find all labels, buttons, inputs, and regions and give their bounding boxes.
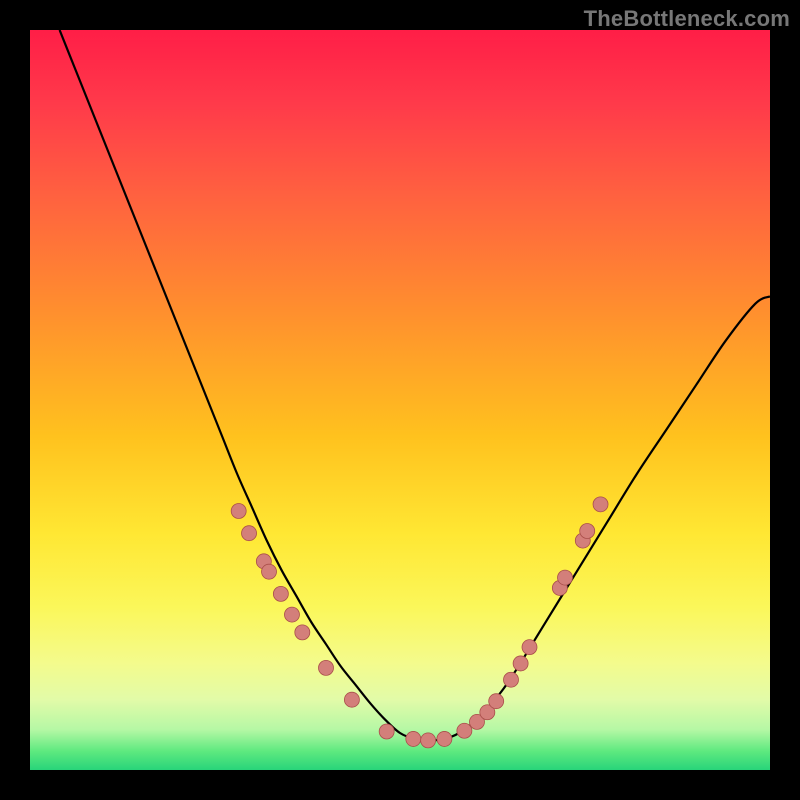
data-dot (558, 570, 573, 585)
data-dot (513, 656, 528, 671)
data-dots (231, 497, 608, 748)
data-dot (231, 504, 246, 519)
data-dot (262, 564, 277, 579)
data-dot (421, 733, 436, 748)
data-dot (457, 723, 472, 738)
data-dot (580, 523, 595, 538)
data-dot (273, 586, 288, 601)
bottleneck-curve (60, 30, 770, 740)
data-dot (437, 731, 452, 746)
data-dot (489, 694, 504, 709)
data-dot (593, 497, 608, 512)
data-dot (295, 625, 310, 640)
data-dot (379, 724, 394, 739)
watermark-text: TheBottleneck.com (584, 6, 790, 32)
plot-area (30, 30, 770, 770)
data-dot (319, 660, 334, 675)
data-dot (242, 526, 257, 541)
data-dot (406, 731, 421, 746)
chart-frame: TheBottleneck.com (0, 0, 800, 800)
data-dot (284, 607, 299, 622)
data-dot (504, 672, 519, 687)
chart-overlay (30, 30, 770, 770)
data-dot (522, 640, 537, 655)
data-dot (344, 692, 359, 707)
